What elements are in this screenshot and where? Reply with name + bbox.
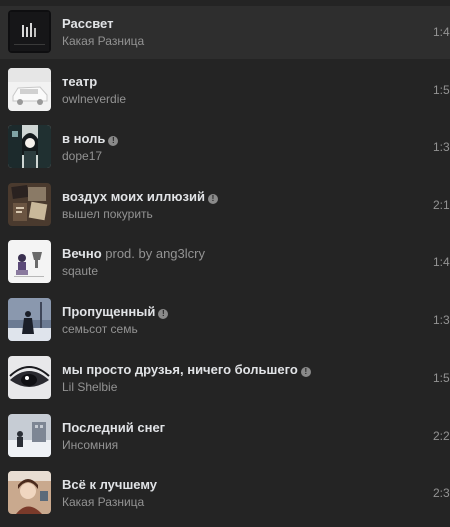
- track-duration: 1:3: [433, 313, 450, 327]
- track-row[interactable]: Всё к лучшему Какая Разница 2:3: [0, 467, 450, 520]
- portrait-cover-icon: [8, 471, 51, 514]
- snow-scene-cover-icon: [8, 414, 51, 457]
- track-list: Рассвет Какая Разница 1:4 театр owlnever…: [0, 0, 450, 527]
- track-artist[interactable]: sqaute: [62, 264, 98, 279]
- track-title-line: Вечно prod. by ang3lcry: [62, 246, 205, 262]
- track-row[interactable]: в ноль! dope17 1:3: [0, 121, 450, 174]
- track-artist[interactable]: Lil Shelbie: [62, 380, 117, 395]
- dark-piano-cover-icon: [8, 10, 51, 53]
- track-artist[interactable]: dope17: [62, 149, 102, 164]
- track-row[interactable]: воздух моих иллюзий! вышел покурить 2:1: [0, 179, 450, 232]
- track-cover: [8, 414, 51, 457]
- track-title-line: в ноль!: [62, 131, 119, 147]
- track-row[interactable]: Вечно prod. by ang3lcry sqaute 1:4: [0, 236, 450, 289]
- track-duration: 1:5: [433, 371, 450, 385]
- track-row[interactable]: Рассвет Какая Разница 1:4: [0, 6, 450, 59]
- track-title-line: театр: [62, 74, 97, 90]
- white-car-cover-icon: [8, 68, 51, 111]
- track-cover: [8, 298, 51, 341]
- track-cover: [8, 240, 51, 283]
- track-cover: [8, 356, 51, 399]
- track-title: в ноль: [62, 131, 106, 146]
- track-title-line: Всё к лучшему: [62, 477, 157, 493]
- track-duration: 1:4: [433, 255, 450, 269]
- track-row[interactable]: мы просто друзья, ничего большего! Lil S…: [0, 352, 450, 405]
- track-cover: [8, 68, 51, 111]
- track-duration: 1:3: [433, 140, 450, 154]
- track-title: Вечно: [62, 246, 102, 261]
- collage-cover-icon: [8, 183, 51, 226]
- track-artist[interactable]: Какая Разница: [62, 34, 144, 49]
- track-row[interactable]: Последний снег Инсомния 2:2: [0, 410, 450, 463]
- track-duration: 1:5: [433, 83, 450, 97]
- track-title: Всё к лучшему: [62, 477, 158, 492]
- track-artist[interactable]: Какая Разница: [62, 495, 144, 510]
- track-title-line: Рассвет: [62, 16, 113, 32]
- track-duration: 2:3: [433, 486, 450, 500]
- track-artist[interactable]: Инсомния: [62, 438, 118, 453]
- track-artist[interactable]: вышел покурить: [62, 207, 153, 222]
- track-title: театр: [62, 74, 98, 89]
- track-title-line: воздух моих иллюзий!: [62, 189, 218, 205]
- anime-girl-cover-icon: [8, 125, 51, 168]
- track-subtitle: prod. by ang3lcry: [105, 246, 205, 261]
- track-title: Рассвет: [62, 16, 114, 31]
- track-title: Пропущенный: [62, 304, 156, 319]
- track-title-line: Последний снег: [62, 420, 165, 436]
- track-artist[interactable]: owlneverdie: [62, 92, 126, 107]
- track-title: Последний снег: [62, 420, 166, 435]
- explicit-icon: !: [158, 309, 169, 319]
- eye-closeup-cover-icon: [8, 356, 51, 399]
- track-row[interactable]: Пропущенный! семьсот семь 1:3: [0, 294, 450, 347]
- explicit-icon: !: [300, 367, 311, 377]
- anime-sketch-cover-icon: [8, 240, 51, 283]
- track-cover: [8, 183, 51, 226]
- track-title: воздух моих иллюзий: [62, 189, 205, 204]
- explicit-icon: !: [207, 194, 218, 204]
- track-title-line: Пропущенный!: [62, 304, 169, 320]
- track-cover: [8, 125, 51, 168]
- track-duration: 1:4: [433, 25, 450, 39]
- track-duration: 2:1: [433, 198, 450, 212]
- track-row[interactable]: театр owlneverdie 1:5: [0, 64, 450, 117]
- track-cover: [8, 10, 51, 53]
- track-duration: 2:2: [433, 429, 450, 443]
- track-artist[interactable]: семьсот семь: [62, 322, 138, 337]
- track-cover: [8, 471, 51, 514]
- track-title: мы просто друзья, ничего большего: [62, 362, 298, 377]
- winter-silhouette-cover-icon: [8, 298, 51, 341]
- explicit-icon: !: [108, 136, 119, 146]
- track-title-line: мы просто друзья, ничего большего!: [62, 362, 311, 378]
